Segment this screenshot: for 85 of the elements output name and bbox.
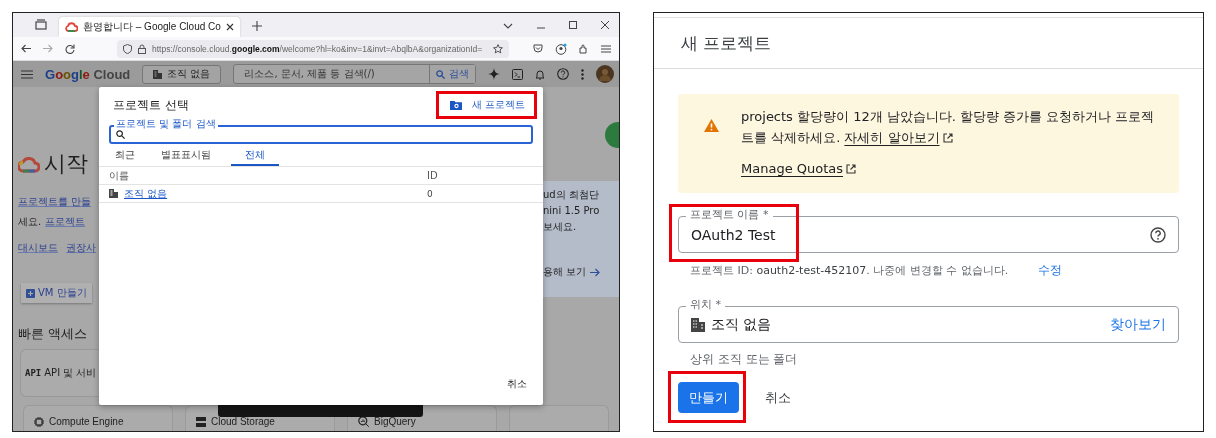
dialog-tab[interactable]: 전체 <box>231 145 279 166</box>
dialog-tab[interactable]: 별표표시됨 <box>155 145 219 166</box>
promo-text: 보세요. <box>543 220 577 234</box>
learn-more-link[interactable]: 자세히 알아보기 <box>844 127 953 148</box>
close-icon[interactable] <box>225 23 234 31</box>
cloud-icon <box>65 22 78 32</box>
close-icon[interactable] <box>601 21 609 29</box>
promo-text: ud의 최첨단 <box>543 188 599 202</box>
notice-text: projects 할당량이 12개 남았습니다. 할당량 증가를 요청하거나 프로젝트를 삭제하세요. 자세히 알아보기 <box>741 106 1163 148</box>
folder-gear-icon <box>449 100 462 110</box>
project-id-hint: 프로젝트 ID: oauth2-test-452107. 나중에 변경할 수 없습니다. <box>690 263 1009 278</box>
api-card[interactable]: API API 및 서비 <box>20 349 99 397</box>
building-icon <box>153 69 163 79</box>
field-label: 프로젝트 이름 * <box>686 208 773 222</box>
page-link[interactable]: 대시보드 <box>18 241 58 255</box>
help-icon[interactable] <box>557 68 569 80</box>
api-icon: API <box>25 368 42 378</box>
new-tab-icon[interactable] <box>251 21 262 31</box>
avatar-icon[interactable] <box>596 65 614 83</box>
manage-quotas-link[interactable]: Manage Quotas <box>741 161 857 176</box>
address-field[interactable]: https://console.cloud.google.com/welcome?hl=ko&inv=1&invt=AbqlbA&organizationId= <box>117 39 509 58</box>
help-icon[interactable] <box>1150 226 1166 243</box>
terminal-icon[interactable] <box>512 68 523 80</box>
dialog-tab[interactable]: 최근 <box>109 145 143 166</box>
create-project-link[interactable]: 프로젝트를 만들 <box>18 195 92 209</box>
column-header: 이름 <box>109 168 130 183</box>
intro-text: 세요. <box>18 215 42 229</box>
project-link[interactable]: 프로젝트 <box>45 215 86 229</box>
field-label: 프로젝트 및 폴더 검색 <box>114 119 218 129</box>
menu-icon[interactable] <box>21 69 33 79</box>
pocket-icon[interactable] <box>533 44 543 53</box>
create-vm-button[interactable]: VM 만들기 <box>21 283 92 303</box>
arrow-right-icon <box>590 267 601 277</box>
menu-icon[interactable] <box>601 44 611 53</box>
table-cell: 0 <box>427 188 433 199</box>
create-button[interactable]: 만들기 <box>678 382 739 413</box>
external-link-icon <box>846 163 857 174</box>
warning-icon <box>704 119 719 132</box>
column-header: ID <box>427 170 438 181</box>
shield-icon <box>123 43 132 54</box>
building-icon <box>691 317 705 332</box>
promo-text: nini 1.5 Pro <box>543 204 600 218</box>
location-hint: 상위 조직 또는 폴더 <box>689 351 799 368</box>
field-label: 위치 * <box>686 298 725 312</box>
reload-icon[interactable] <box>65 43 75 54</box>
decorative-shape <box>605 122 619 148</box>
page-heading: 시작 <box>44 150 88 178</box>
bell-icon[interactable] <box>535 68 545 80</box>
tab-list-icon[interactable] <box>35 19 47 30</box>
cancel-button[interactable]: 취소 <box>759 387 797 408</box>
google-cloud-logo[interactable]: Google Cloud <box>45 66 131 82</box>
chip-icon <box>34 416 44 427</box>
organization-button[interactable]: 조직 없음 <box>142 64 222 84</box>
product-card[interactable]: Compute Engine <box>23 405 173 431</box>
plus-square-icon <box>26 288 35 298</box>
organization-link[interactable]: 조직 없음 <box>124 186 168 201</box>
back-arrow-icon[interactable] <box>21 44 31 53</box>
storage-icon <box>196 416 206 427</box>
external-link-icon <box>942 132 953 143</box>
lock-icon <box>138 43 146 54</box>
maximize-icon[interactable] <box>569 21 577 29</box>
star-icon[interactable] <box>493 43 503 54</box>
account-icon[interactable] <box>555 42 567 55</box>
page-title: 새 프로젝트 <box>681 31 772 55</box>
more-options-icon[interactable] <box>581 68 584 80</box>
search-icon <box>116 130 125 139</box>
tab-title: 환영합니다 – Google Cloud Co <box>83 20 221 34</box>
url-text: https://console.cloud.google.com/welcome?hl=ko&inv=1&invt=AbqlbA&organizationId= <box>152 43 484 54</box>
building-icon <box>109 189 118 198</box>
search-field[interactable]: 리소스, 문서, 제품 등 검색(/) 검색 <box>233 64 476 84</box>
browser-tab[interactable]: 환영합니다 – Google Cloud Co <box>59 17 240 37</box>
browse-link[interactable]: 찾아보기 <box>1110 315 1166 334</box>
dialog-title: 프로젝트 선택 <box>113 96 189 114</box>
page-link[interactable]: 권장사 <box>66 241 96 255</box>
new-project-button[interactable]: 새 프로젝트 <box>445 96 529 114</box>
cancel-button[interactable]: 취소 <box>505 375 529 393</box>
chevron-down-icon[interactable] <box>503 23 513 29</box>
magnifier-chart-icon <box>358 416 369 427</box>
promo-link[interactable]: 용해 보기 <box>543 265 601 279</box>
search-button[interactable]: 검색 <box>429 65 475 83</box>
search-icon <box>436 69 445 79</box>
edit-link[interactable]: 수정 <box>1038 262 1063 279</box>
sparkle-icon[interactable] <box>488 68 500 80</box>
section-title: 빠른 액세스 <box>18 325 88 343</box>
cloud-logo-icon <box>18 155 40 173</box>
